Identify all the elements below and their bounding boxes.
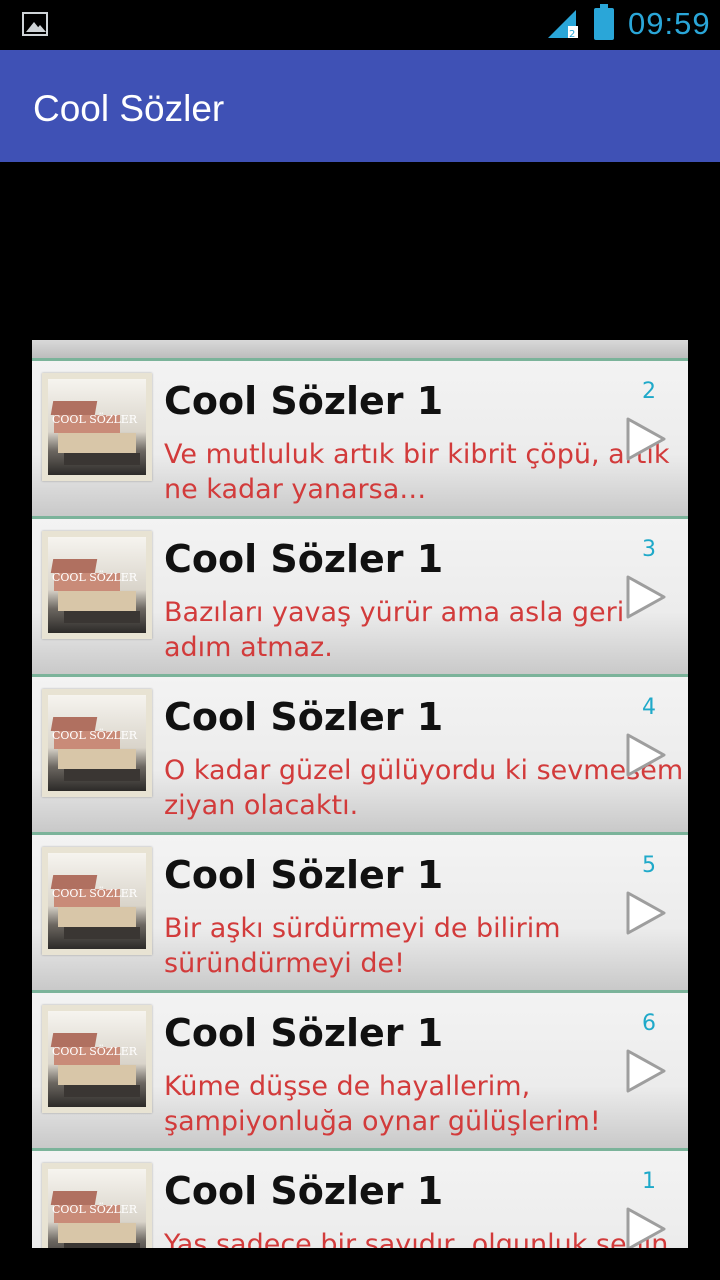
item-title: Cool Sözler 1	[164, 695, 444, 739]
item-title: Cool Sözler 1	[164, 853, 444, 897]
play-icon[interactable]	[624, 891, 668, 935]
thumbnail-watermark: COOL SÖZLER	[52, 729, 138, 742]
play-icon[interactable]	[624, 575, 668, 619]
item-quote: Bir aşkı sürdürmeyi de bilirim süründürm…	[164, 913, 561, 979]
play-icon[interactable]	[624, 417, 668, 461]
item-quote: Bazıları yavaş yürür ama asla geri adım …	[164, 597, 625, 663]
list-item[interactable]: COOL SÖZLER Cool Sözler 1 Ve mutluluk ar…	[32, 361, 688, 519]
thumbnail-watermark: COOL SÖZLER	[52, 1045, 138, 1058]
thumbnail-watermark: COOL SÖZLER	[52, 413, 138, 426]
thumbnail-image: COOL SÖZLER	[42, 1163, 152, 1248]
play-icon[interactable]	[624, 1207, 668, 1248]
list-top-divider	[32, 340, 688, 361]
item-quote: O kadar güzel gülüyordu ki sevmesem ziya…	[164, 755, 684, 821]
thumbnail-image: COOL SÖZLER	[42, 689, 152, 797]
thumbnail-watermark: COOL SÖZLER	[52, 887, 138, 900]
svg-text:2: 2	[569, 29, 575, 40]
list-item[interactable]: COOL SÖZLER Cool Sözler 1 Küme düşse de …	[32, 993, 688, 1151]
battery-icon	[594, 4, 614, 40]
item-number: 1	[642, 1169, 656, 1194]
item-number: 5	[642, 853, 656, 878]
play-icon[interactable]	[624, 1049, 668, 1093]
app-title: Cool Sözler	[33, 88, 225, 129]
list-item[interactable]: COOL SÖZLER Cool Sözler 1 Bazıları yavaş…	[32, 519, 688, 677]
play-icon[interactable]	[624, 733, 668, 777]
image-notification-icon	[22, 12, 48, 36]
thumbnail-watermark: COOL SÖZLER	[52, 571, 138, 584]
app-bar: Cool Sözler	[0, 50, 720, 162]
thumbnail-image: COOL SÖZLER	[42, 847, 152, 955]
list-item[interactable]: COOL SÖZLER Cool Sözler 1 O kadar güzel …	[32, 677, 688, 835]
signal-icon: 2	[548, 10, 578, 40]
item-number: 4	[642, 695, 656, 720]
quotes-list[interactable]: COOL SÖZLER Cool Sözler 1 Ve mutluluk ar…	[32, 340, 688, 1248]
item-quote: Yaş sadece bir sayıdır, olgunluk senin	[164, 1229, 669, 1248]
thumbnail-image: COOL SÖZLER	[42, 1005, 152, 1113]
thumbnail-image: COOL SÖZLER	[42, 531, 152, 639]
item-number: 2	[642, 379, 656, 404]
item-title: Cool Sözler 1	[164, 1011, 444, 1055]
thumbnail-image: COOL SÖZLER	[42, 373, 152, 481]
status-time: 09:59	[628, 6, 711, 41]
item-quote: Küme düşse de hayallerim, şampiyonluğa o…	[164, 1071, 601, 1137]
item-title: Cool Sözler 1	[164, 379, 444, 423]
item-number: 6	[642, 1011, 656, 1036]
thumbnail-watermark: COOL SÖZLER	[52, 1203, 138, 1216]
status-bar: 2 09:59	[0, 0, 720, 50]
item-quote: Ve mutluluk artık bir kibrit çöpü, artık…	[164, 439, 670, 505]
list-item[interactable]: COOL SÖZLER Cool Sözler 1 Yaş sadece bir…	[32, 1151, 688, 1248]
item-title: Cool Sözler 1	[164, 537, 444, 581]
item-number: 3	[642, 537, 656, 562]
item-title: Cool Sözler 1	[164, 1169, 444, 1213]
list-item[interactable]: COOL SÖZLER Cool Sözler 1 Bir aşkı sürdü…	[32, 835, 688, 993]
